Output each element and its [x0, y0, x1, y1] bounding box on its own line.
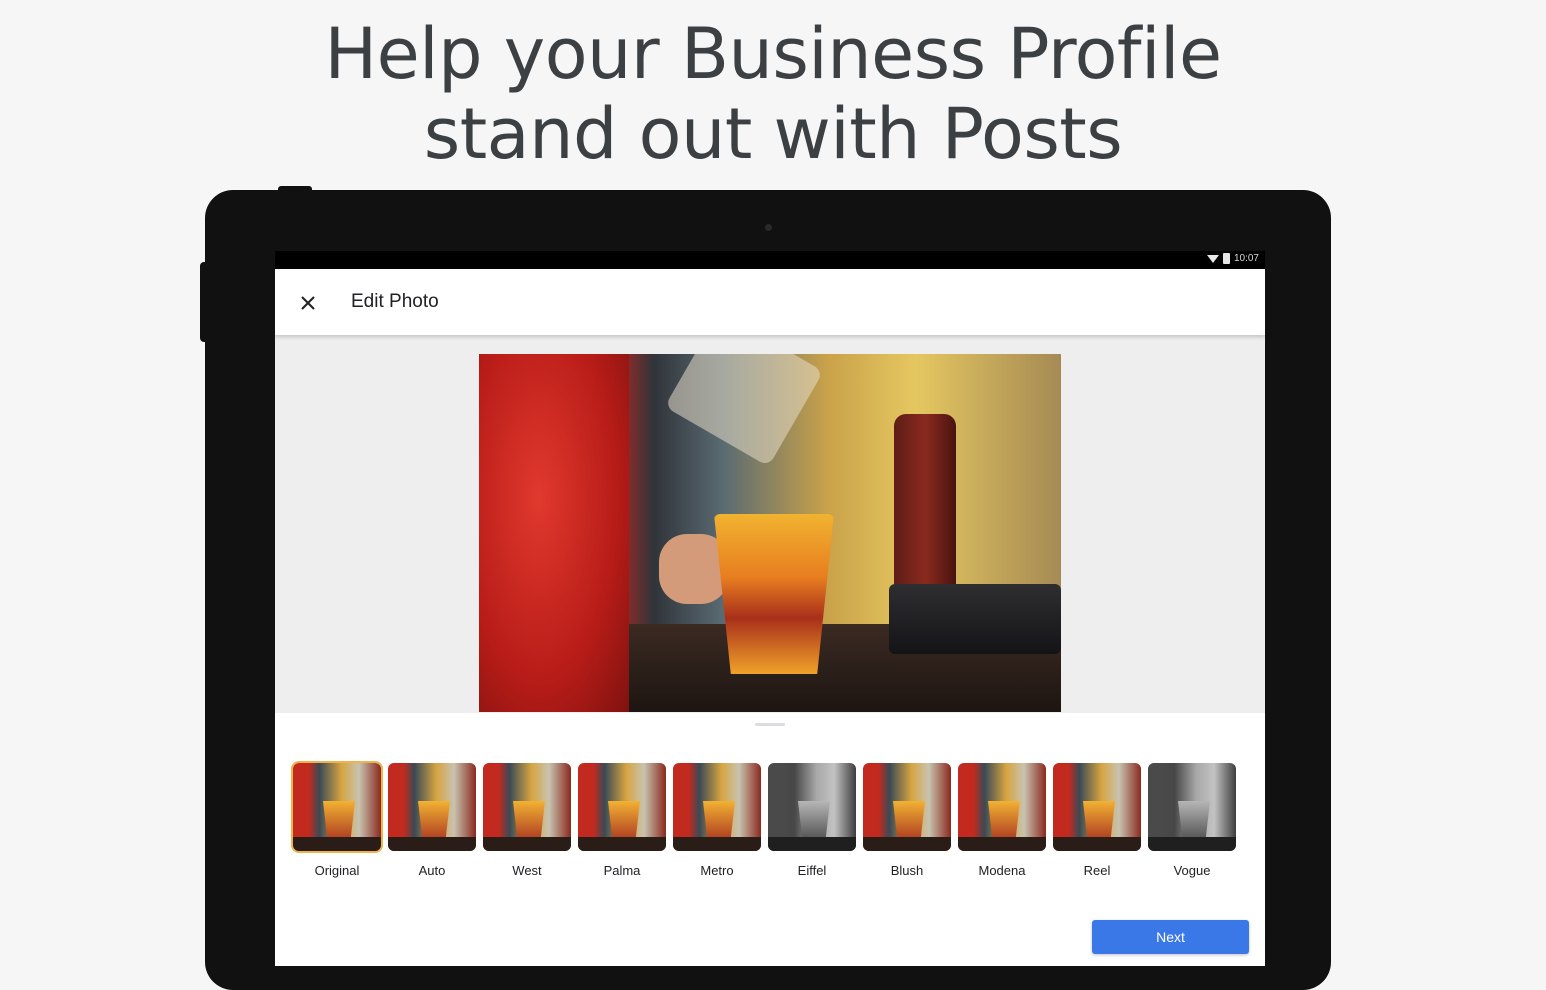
filter-label: Palma [603, 863, 641, 878]
status-time: 10:07 [1233, 253, 1259, 264]
tablet-camera [765, 224, 772, 231]
photo-preview [479, 354, 1061, 712]
next-button[interactable]: Next [1092, 920, 1249, 954]
app-bar: Edit Photo [275, 269, 1265, 335]
photo-canvas [275, 335, 1265, 713]
battery-icon [1222, 253, 1230, 264]
wifi-icon [1206, 254, 1219, 263]
filter-thumbnail[interactable] [768, 763, 856, 851]
headline-line-2: stand out with Posts [423, 93, 1123, 175]
filter-thumbnail[interactable] [1053, 763, 1141, 851]
filter-thumbnail[interactable] [388, 763, 476, 851]
filter-option-metro[interactable]: Metro [673, 763, 761, 893]
filter-option-palma[interactable]: Palma [578, 763, 666, 893]
status-bar: 10:07 [275, 251, 1265, 269]
filter-option-blush[interactable]: Blush [863, 763, 951, 893]
filter-thumbnail[interactable] [578, 763, 666, 851]
close-icon[interactable] [297, 292, 319, 314]
filter-label: Metro [700, 863, 734, 878]
filter-strip: Original Auto West Palma Metro Eiffel Blush Mod… [293, 763, 1265, 893]
filter-option-west[interactable]: West [483, 763, 571, 893]
filter-option-reel[interactable]: Reel [1053, 763, 1141, 893]
page-title: Edit Photo [351, 291, 439, 312]
filter-label: Blush [890, 863, 924, 878]
filter-label: Original [314, 863, 360, 878]
filter-option-modena[interactable]: Modena [958, 763, 1046, 893]
filter-label: Eiffel [797, 863, 827, 878]
filter-option-original[interactable]: Original [293, 763, 381, 893]
filter-label: Modena [978, 863, 1026, 878]
headline-line-1: Help your Business Profile [324, 13, 1222, 95]
filter-label: Vogue [1173, 863, 1211, 878]
headline: Help your Business Profile stand out wit… [0, 14, 1546, 174]
filter-thumbnail[interactable] [483, 763, 571, 851]
filter-thumbnail[interactable] [958, 763, 1046, 851]
drag-handle[interactable] [755, 723, 785, 726]
filter-thumbnail[interactable] [673, 763, 761, 851]
tablet-screen: 10:07 Edit Photo Original Auto West Palma Me… [275, 251, 1265, 966]
filter-option-vogue[interactable]: Vogue [1148, 763, 1236, 893]
filter-label: Reel [1083, 863, 1111, 878]
filter-sheet: Original Auto West Palma Metro Eiffel Blush Mod… [275, 713, 1265, 966]
filter-thumbnail[interactable] [293, 763, 381, 851]
filter-label: Auto [418, 863, 446, 878]
filter-option-eiffel[interactable]: Eiffel [768, 763, 856, 893]
filter-thumbnail[interactable] [863, 763, 951, 851]
filter-thumbnail[interactable] [1148, 763, 1236, 851]
filter-label: West [512, 863, 542, 878]
filter-option-auto[interactable]: Auto [388, 763, 476, 893]
